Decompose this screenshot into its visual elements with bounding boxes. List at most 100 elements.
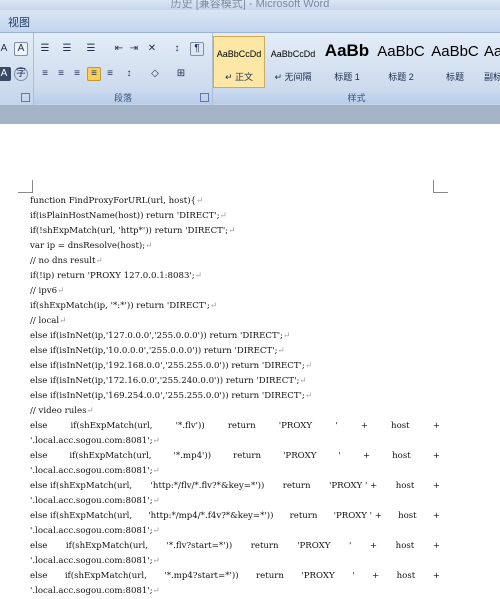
code-line-wrapped: else if(shExpMatch(url, '*.mp4?start=*')) r… [30,569,440,584]
code-text: else if(isInNet(ip,'169.254.0.0','255.25… [30,391,305,401]
code-text: if(!shExpMatch(url, 'http*')) return 'DI… [30,226,229,236]
code-line-wrapped: else if(shExpMatch(url, '*.flv')) return 'PR… [30,419,440,434]
code-token: 'PROXY [278,421,313,431]
code-token: + [362,451,371,461]
code-token: '*.flv')) [175,421,205,431]
bullets-icon[interactable]: ☰ [38,42,52,56]
code-token: '*.flv?start=*')) [166,541,233,551]
shading-icon[interactable]: ◇ [148,67,162,81]
line-spacing-icon[interactable]: ↕ [122,67,136,81]
multilevel-list-icon[interactable]: ☰ [84,42,98,56]
code-text: else if(isInNet(ip,'10.0.0.0','255.0.0.0… [30,346,278,356]
code-token: 'http:*/flv/*.flv?*&key=*')) [150,481,265,491]
align-left-icon[interactable]: ≡ [38,67,52,81]
code-token: '*.mp4?start=*')) [164,571,239,581]
ribbon-tab-bar: 视图 [0,10,500,33]
code-token: ' [352,571,355,581]
paragraph-mark-icon: ↵ [282,331,291,341]
code-token: return [233,451,261,461]
text-effect-icon[interactable]: A [0,67,11,81]
align-right-icon[interactable]: ≡ [70,67,84,81]
code-token: host [395,541,415,551]
document-body[interactable]: function FindProxyForURL(url, host){↵ if(… [30,194,440,599]
paragraph-mark-icon: ↵ [277,346,285,356]
code-token: 'PROXY ' + [333,511,382,521]
code-token: + [432,511,440,521]
code-token: if(shExpMatch(url, [69,451,152,461]
sort-icon[interactable]: ↕ [170,42,184,56]
margin-corner-top-left [18,180,33,193]
paragraph-mark-icon: ↵ [304,361,313,371]
code-token: + [360,421,368,431]
code-token: ' [335,421,338,431]
code-token: else [30,571,48,581]
code-text: '.local.acc.sogou.com:8081'; [30,436,153,446]
code-token: host [392,451,411,461]
code-token: else [30,541,48,551]
numbering-icon[interactable]: ☰ [60,42,74,56]
title-bar: 历史 [兼容模式] - Microsoft Word [0,0,500,10]
distributed-icon[interactable]: ≡ [103,67,117,81]
paragraph-mark-icon: ↵ [152,436,160,446]
font-group: A A A 字 [0,33,34,105]
code-line-continuation: '.local.acc.sogou.com:8081';↵ [30,524,440,539]
tab-view[interactable]: 视图 [8,14,30,30]
code-token: else [30,451,48,461]
paragraph-mark-icon: ↵ [152,586,160,596]
code-token: + [432,481,440,491]
show-marks-icon[interactable]: ¶ [190,42,204,56]
code-token: host [398,511,417,521]
code-token: host [396,571,416,581]
code-line: else if(isInNet(ip,'127.0.0.0','255.0.0.… [30,329,440,344]
code-text: // video rules [30,406,87,416]
paragraph-dialog-launcher-icon[interactable] [200,93,209,102]
align-center-icon[interactable]: ≡ [54,67,68,81]
code-text: if(shExpMatch(ip, '*:*')) return 'DIRECT… [30,301,210,311]
code-line: else if(isInNet(ip,'192.168.0.0','255.25… [30,359,440,374]
font-grow-icon[interactable]: A [0,42,11,56]
code-text: '.local.acc.sogou.com:8081'; [30,466,153,476]
code-line: // video rules↵ [30,404,440,419]
code-token: '*.mp4')) [173,451,212,461]
increase-indent-icon[interactable]: ⇥ [127,42,141,56]
code-token: if(shExpMatch(url, [65,541,148,551]
code-text: if(!ip) return 'PROXY 127.0.0.1:8083'; [30,271,195,281]
code-token: ' [348,541,352,551]
code-token: 'http:*/mp4/*.f4v?*&key=*')) [148,511,274,521]
decrease-indent-icon[interactable]: ⇤ [112,42,126,56]
code-token: return [282,481,311,491]
code-line-continuation: '.local.acc.sogou.com:8081';↵ [30,464,440,479]
paragraph-mark-icon: ↵ [194,271,202,281]
code-text: // local [30,316,60,326]
code-line: if(shExpMatch(ip, '*:*')) return 'DIRECT… [30,299,440,314]
code-line: else if(isInNet(ip,'169.254.0.0','255.25… [30,389,440,404]
code-line-wrapped: else if(shExpMatch(url, '*.mp4')) return 'PR… [30,449,440,464]
code-token: return [256,571,284,581]
code-text: '.local.acc.sogou.com:8081'; [30,496,153,506]
code-token: 'PROXY [283,451,317,461]
paragraph-mark-icon: ↵ [59,316,67,326]
paragraph-mark-icon: ↵ [228,226,236,236]
paragraph-mark-icon: ↵ [219,211,227,221]
code-token: 'PROXY [301,571,335,581]
code-text: else if(isInNet(ip,'127.0.0.0','255.0.0.… [30,331,283,341]
styles-group-label: 样式 [213,92,500,104]
highlight-icon[interactable]: A [14,42,28,56]
code-token: + [371,571,380,581]
code-token: if(shExpMatch(url, [70,421,153,431]
chinese-layout-icon[interactable]: ✕ [145,42,159,56]
styles-group: 样式 [213,33,500,105]
code-token: host [391,421,410,431]
code-line-wrapped: else if(shExpMatch(url, 'http:*/mp4/*.f4v… [30,509,440,524]
justify-icon[interactable]: ≡ [87,67,101,81]
code-token: + [432,421,440,431]
code-token: if(shExpMatch(url, [64,571,147,581]
code-token: host [395,481,415,491]
code-token: return [250,541,279,551]
code-line: function FindProxyForURL(url, host){↵ [30,194,440,209]
code-text: // no dns result [30,256,96,266]
enclose-char-icon[interactable]: 字 [14,67,28,81]
code-token: + [369,541,378,551]
borders-icon[interactable]: ⊞ [174,67,188,81]
font-dialog-launcher-icon[interactable] [21,93,30,102]
